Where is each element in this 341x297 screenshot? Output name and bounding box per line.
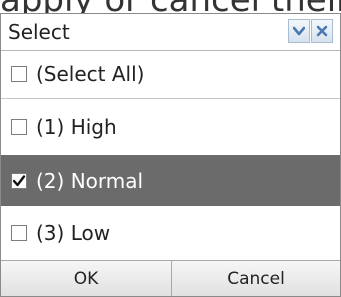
filter-item-low[interactable]: (3) Low [1, 210, 340, 256]
checkmark-icon [12, 174, 26, 186]
high-checkbox[interactable] [11, 119, 27, 135]
close-filter-button[interactable] [311, 19, 333, 43]
filter-item-normal[interactable]: (2) Normal [1, 155, 340, 206]
filter-item-label: (Select All) [36, 62, 145, 86]
filter-item-label: (1) High [36, 115, 117, 139]
filter-item-label: (3) Low [36, 221, 111, 245]
dropdown-toggle-button[interactable] [288, 19, 310, 43]
ok-button[interactable]: OK [1, 261, 172, 296]
filter-dropdown-panel: Select (Select All) (1) High (2) Normal [0, 13, 341, 297]
filter-footer: OK Cancel [1, 260, 340, 296]
normal-checkbox[interactable] [11, 172, 27, 189]
filter-header-label: Select [8, 20, 70, 44]
filter-item-select-all[interactable]: (Select All) [1, 52, 340, 96]
low-checkbox[interactable] [11, 225, 27, 241]
divider [1, 98, 340, 99]
close-icon [316, 25, 328, 37]
select-all-checkbox[interactable] [11, 66, 27, 82]
filter-header: Select [1, 14, 340, 51]
filter-item-high[interactable]: (1) High [1, 104, 340, 150]
chevron-down-icon [293, 26, 305, 36]
cancel-button[interactable]: Cancel [172, 261, 340, 296]
filter-item-label: (2) Normal [36, 168, 144, 193]
